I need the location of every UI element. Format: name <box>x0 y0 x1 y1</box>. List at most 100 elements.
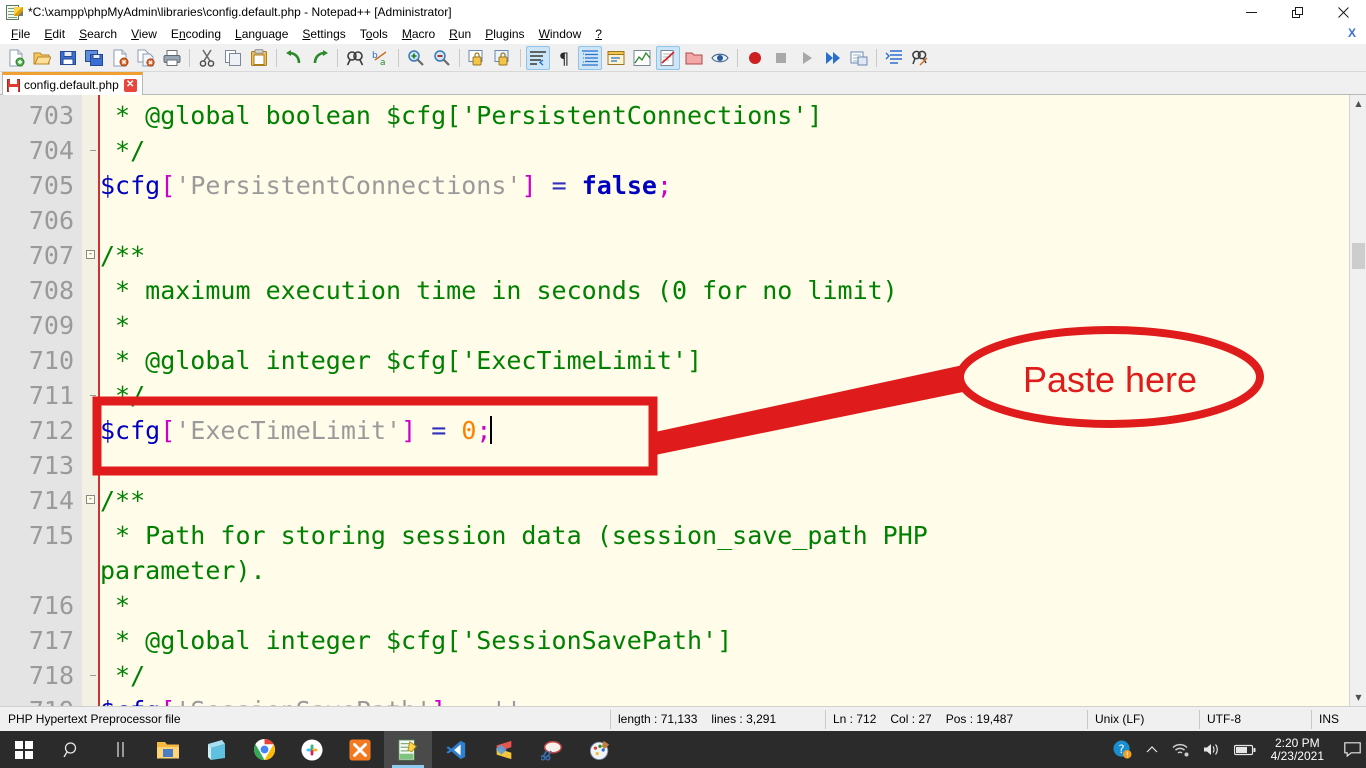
indent-guide-icon[interactable] <box>578 46 602 70</box>
macro-play-icon[interactable] <box>795 46 819 70</box>
code-line[interactable]: $cfg['PersistentConnections'] = false; <box>100 168 1366 203</box>
redo-icon[interactable] <box>308 46 332 70</box>
restore-button[interactable] <box>1274 0 1320 24</box>
code-line[interactable]: * Path for storing session data (session… <box>100 518 1366 553</box>
undo-icon[interactable] <box>282 46 306 70</box>
code-line[interactable]: * <box>100 588 1366 623</box>
taskbar-sublime-text[interactable] <box>480 731 528 768</box>
close-button[interactable] <box>1320 0 1366 24</box>
copy-icon[interactable] <box>221 46 245 70</box>
menu-view[interactable]: View <box>124 25 164 43</box>
save-all-icon[interactable] <box>82 46 106 70</box>
menu-window[interactable]: Window <box>532 25 589 43</box>
code-line[interactable]: $cfg['ExecTimeLimit'] = 0; <box>100 413 1366 448</box>
code-line[interactable]: /** <box>100 483 1366 518</box>
menu-encoding[interactable]: Encoding <box>164 25 228 43</box>
monitoring-icon[interactable] <box>708 46 732 70</box>
zoom-out-icon[interactable] <box>430 46 454 70</box>
tray-network[interactable] <box>1165 731 1196 768</box>
menu-language[interactable]: Language <box>228 25 295 43</box>
new-file-icon[interactable] <box>4 46 28 70</box>
taskbar-microsoft-store[interactable] <box>192 731 240 768</box>
user-defined-dialog-icon[interactable] <box>604 46 628 70</box>
folder-as-workspace-icon[interactable] <box>682 46 706 70</box>
find-icon[interactable] <box>343 46 367 70</box>
save-icon[interactable] <box>56 46 80 70</box>
status-insert-mode[interactable]: INS <box>1311 707 1366 732</box>
code-line[interactable]: * @global integer $cfg['SessionSavePath'… <box>100 623 1366 658</box>
code-line[interactable]: */ <box>100 133 1366 168</box>
menu-tools[interactable]: Tools <box>353 25 395 43</box>
code-line[interactable]: * <box>100 308 1366 343</box>
menu-file[interactable]: File <box>4 25 37 43</box>
macro-run-multiple-icon[interactable] <box>821 46 845 70</box>
text-content[interactable]: * @global boolean $cfg['PersistentConnec… <box>100 95 1366 706</box>
menu-run[interactable]: Run <box>442 25 478 43</box>
editor-area[interactable]: * @global boolean $cfg['PersistentConnec… <box>0 95 1366 706</box>
fold-toggle-icon[interactable]: - <box>86 495 95 504</box>
scroll-up-icon[interactable]: ▲ <box>1350 95 1366 112</box>
scroll-down-icon[interactable]: ▼ <box>1350 689 1366 706</box>
vertical-scrollbar-thumb[interactable] <box>1352 243 1365 269</box>
taskbar-snip-and-sketch[interactable] <box>528 731 576 768</box>
run-icon[interactable] <box>882 46 906 70</box>
taskbar-file-explorer[interactable] <box>144 731 192 768</box>
status-eol-format[interactable]: Unix (LF) <box>1087 707 1199 732</box>
open-file-icon[interactable] <box>30 46 54 70</box>
menu-settings[interactable]: Settings <box>295 25 352 43</box>
find-in-files-icon[interactable] <box>908 46 932 70</box>
function-list-icon[interactable] <box>656 46 680 70</box>
taskbar-paint[interactable] <box>576 731 624 768</box>
close-tab-icon[interactable]: ✕ <box>124 79 137 92</box>
tray-battery[interactable] <box>1227 731 1263 768</box>
show-all-characters-icon[interactable]: ¶ <box>552 46 576 70</box>
paste-icon[interactable] <box>247 46 271 70</box>
tray-help-icon[interactable]: ? ! <box>1106 731 1139 768</box>
menu-plugins[interactable]: Plugins <box>478 25 531 43</box>
task-view-button[interactable] <box>96 731 144 768</box>
fold-toggle-icon[interactable]: - <box>86 250 95 259</box>
menu-search[interactable]: Search <box>72 25 124 43</box>
close-document-icon[interactable]: X <box>1348 27 1356 39</box>
tray-action-center[interactable] <box>1338 731 1366 768</box>
vertical-scrollbar[interactable]: ▲ ▼ <box>1349 95 1366 706</box>
code-line[interactable]: $cfg['SessionSavePath'] = ''; <box>100 693 1366 706</box>
close-file-icon[interactable] <box>108 46 132 70</box>
minimize-button[interactable] <box>1228 0 1274 24</box>
menu-macro[interactable]: Macro <box>395 25 442 43</box>
taskbar-notepad-plus-plus[interactable] <box>384 731 432 768</box>
sync-vertical-scroll-icon[interactable] <box>465 46 489 70</box>
code-line[interactable]: parameter). <box>100 553 1366 588</box>
code-line[interactable]: * @global boolean $cfg['PersistentConnec… <box>100 98 1366 133</box>
tab-config-default-php[interactable]: config.default.php ✕ <box>2 72 143 95</box>
document-map-icon[interactable] <box>630 46 654 70</box>
code-line[interactable]: /** <box>100 238 1366 273</box>
print-icon[interactable] <box>160 46 184 70</box>
macro-save-icon[interactable] <box>847 46 871 70</box>
start-button[interactable] <box>0 731 48 768</box>
code-line[interactable]: * @global integer $cfg['ExecTimeLimit'] <box>100 343 1366 378</box>
replace-icon[interactable]: b a <box>369 46 393 70</box>
search-button[interactable] <box>48 731 96 768</box>
close-all-files-icon[interactable] <box>134 46 158 70</box>
sync-horizontal-scroll-icon[interactable] <box>491 46 515 70</box>
cut-icon[interactable] <box>195 46 219 70</box>
code-line[interactable]: * maximum execution time in seconds (0 f… <box>100 273 1366 308</box>
macro-stop-icon[interactable] <box>769 46 793 70</box>
code-line[interactable]: */ <box>100 658 1366 693</box>
tray-volume[interactable] <box>1196 731 1227 768</box>
fold-margin[interactable] <box>82 95 98 706</box>
taskbar-xampp[interactable] <box>336 731 384 768</box>
zoom-in-icon[interactable] <box>404 46 428 70</box>
tray-clock[interactable]: 2:20 PM 4/23/2021 <box>1263 737 1332 763</box>
taskbar-google-chrome[interactable] <box>240 731 288 768</box>
menu-edit[interactable]: Edit <box>37 25 72 43</box>
taskbar-slack[interactable] <box>288 731 336 768</box>
macro-record-icon[interactable] <box>743 46 767 70</box>
code-line[interactable]: */ <box>100 378 1366 413</box>
menu-help[interactable]: ? <box>588 25 609 43</box>
taskbar-visual-studio-code[interactable] <box>432 731 480 768</box>
word-wrap-icon[interactable] <box>526 46 550 70</box>
status-encoding[interactable]: UTF-8 <box>1199 707 1311 732</box>
tray-show-hidden-icons[interactable] <box>1139 731 1165 768</box>
